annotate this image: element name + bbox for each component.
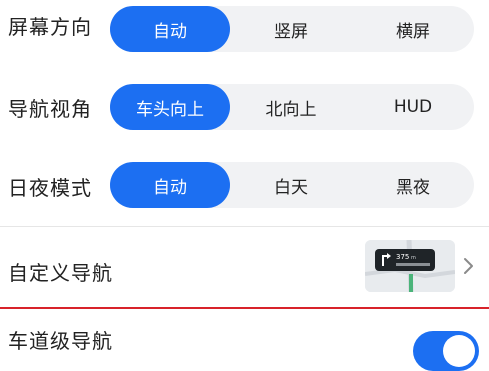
lane-nav-label: 车道级导航: [8, 329, 113, 353]
orientation-label: 屏幕方向: [8, 15, 92, 39]
chevron-right-icon[interactable]: [462, 256, 476, 276]
nav-view-segmented-control: 车头向上 北向上 HUD: [110, 84, 474, 130]
custom-nav-preview-image: 375 m: [365, 240, 455, 292]
day-night-label: 日夜模式: [8, 176, 92, 200]
orientation-option-auto[interactable]: 自动: [110, 6, 230, 52]
preview-unit: m: [411, 255, 416, 261]
nav-view-option-north-up[interactable]: 北向上: [230, 84, 352, 130]
preview-distance: 375: [396, 253, 409, 261]
lane-nav-toggle[interactable]: [413, 331, 479, 371]
orientation-segmented-control: 自动 竖屏 横屏: [110, 6, 474, 52]
day-night-option-day[interactable]: 白天: [230, 162, 352, 208]
nav-view-option-heading-up[interactable]: 车头向上: [110, 84, 230, 130]
orientation-option-landscape[interactable]: 横屏: [352, 6, 474, 52]
day-night-segmented-control: 自动 白天 黑夜: [110, 162, 474, 208]
day-night-option-auto[interactable]: 自动: [110, 162, 230, 208]
custom-nav-label: 自定义导航: [8, 261, 113, 285]
orientation-option-portrait[interactable]: 竖屏: [230, 6, 352, 52]
day-night-option-night[interactable]: 黑夜: [352, 162, 474, 208]
toggle-knob: [443, 335, 475, 367]
nav-view-label: 导航视角: [8, 97, 92, 121]
nav-view-option-hud[interactable]: HUD: [352, 84, 474, 130]
